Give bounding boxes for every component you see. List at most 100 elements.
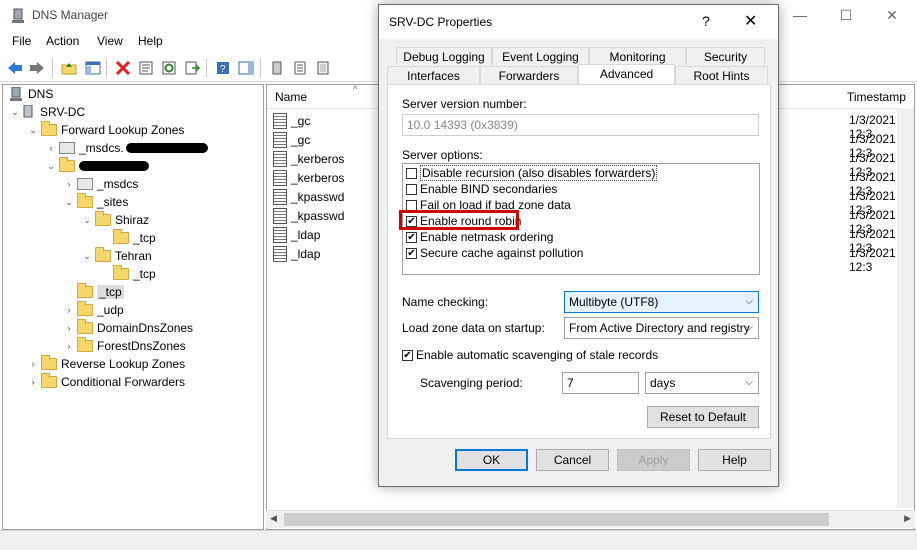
action-pane-icon[interactable] [237, 59, 255, 77]
tree-node-tehran[interactable]: ⌄ Tehran [81, 247, 152, 265]
back-arrow-icon[interactable] [6, 59, 24, 77]
tree-node-domaindnszones[interactable]: › DomainDnsZones [63, 319, 193, 337]
chevron-down-icon[interactable]: ⌄ [63, 197, 75, 208]
server-icon[interactable] [268, 59, 286, 77]
minimize-button[interactable]: — [788, 5, 812, 25]
chevron-down-icon[interactable]: ⌄ [81, 215, 93, 226]
chevron-right-icon[interactable]: › [63, 341, 75, 351]
checkbox[interactable] [406, 183, 417, 195]
chevron-down-icon[interactable]: ⌄ [9, 107, 21, 118]
tab-forwarders[interactable]: Forwarders [480, 66, 578, 84]
load-zone-select[interactable]: From Active Directory and registry ⌵ [564, 317, 759, 339]
tree-node-forward-zones[interactable]: ⌄ Forward Lookup Zones [27, 121, 184, 139]
tab-security[interactable]: Security [686, 47, 765, 65]
chevron-down-icon[interactable]: ⌄ [45, 161, 57, 172]
scrollbar-thumb[interactable] [284, 513, 829, 526]
scroll-right-icon[interactable]: ▶ [904, 513, 911, 524]
tree-node-tehran-tcp[interactable]: _tcp [111, 265, 156, 283]
tree-label: Shiraz [115, 213, 150, 227]
tree-node-udp[interactable]: › _udp [63, 301, 124, 319]
scavenging-unit-select[interactable]: days ⌵ [645, 372, 759, 394]
zone-records-icon[interactable] [314, 59, 332, 77]
name-checking-select[interactable]: Multibyte (UTF8) ⌵ [564, 291, 759, 313]
tree-node-shiraz[interactable]: ⌄ Shiraz [81, 211, 149, 229]
tree-node-sites[interactable]: ⌄ _sites [63, 193, 128, 211]
tree-node-tcp[interactable]: _tcp [75, 283, 124, 301]
list-item[interactable]: _kpasswd [273, 206, 344, 225]
checkbox[interactable] [406, 167, 417, 179]
reset-to-default-button[interactable]: Reset to Default [647, 406, 759, 428]
option-enable-netmask-ordering[interactable]: Enable netmask ordering [406, 229, 553, 245]
column-header-timestamp[interactable]: Timestamp [847, 90, 906, 104]
horizontal-scrollbar[interactable]: ◀ ▶ [266, 510, 915, 528]
tab-event-logging[interactable]: Event Logging [492, 47, 589, 65]
tab-interfaces[interactable]: Interfaces [387, 66, 480, 84]
scavenging-period-input[interactable]: 7 [562, 372, 639, 394]
checkbox-checked[interactable] [402, 349, 413, 361]
option-secure-cache[interactable]: Secure cache against pollution [406, 245, 583, 261]
checkbox-checked[interactable] [406, 231, 417, 243]
cancel-button[interactable]: Cancel [536, 449, 609, 471]
tree-node-shiraz-tcp[interactable]: _tcp [111, 229, 156, 247]
chevron-right-icon[interactable]: › [45, 143, 57, 153]
tree-node-forestdnszones[interactable]: › ForestDnsZones [63, 337, 186, 355]
tree-node-dns[interactable]: DNS [9, 85, 53, 103]
help-question-icon[interactable]: ? [702, 13, 710, 29]
help-book-icon[interactable]: ? [214, 59, 232, 77]
tab-monitoring[interactable]: Monitoring [589, 47, 686, 65]
tree-label: Forward Lookup Zones [61, 123, 185, 137]
chevron-down-icon[interactable]: ⌄ [81, 251, 93, 262]
list-records-icon[interactable] [291, 59, 309, 77]
refresh-icon[interactable] [160, 59, 178, 77]
ok-button[interactable]: OK [455, 449, 528, 471]
sort-up-icon: ^ [353, 84, 358, 94]
menu-file[interactable]: File [12, 34, 31, 48]
menu-view[interactable]: View [97, 34, 123, 48]
option-disable-recursion[interactable]: Disable recursion (also disables forward… [406, 165, 658, 181]
chevron-right-icon[interactable]: › [63, 323, 75, 333]
tree-node-reverse-zones[interactable]: › Reverse Lookup Zones [27, 355, 185, 373]
list-item[interactable]: _kerberos [273, 149, 344, 168]
up-folder-icon[interactable] [60, 59, 78, 77]
list-item[interactable]: _ldap [273, 244, 320, 263]
scroll-left-icon[interactable]: ◀ [270, 513, 277, 524]
checkbox[interactable] [406, 199, 417, 211]
properties-icon[interactable] [137, 59, 155, 77]
delete-icon[interactable] [114, 59, 132, 77]
tree-node-server[interactable]: ⌄ SRV-DC [9, 103, 85, 121]
record-icon [273, 188, 287, 205]
server-version-field: 10.0 14393 (0x3839) [402, 114, 759, 136]
list-item[interactable]: _ldap [273, 225, 320, 244]
tree-node-domain-zone[interactable]: ⌄ [45, 157, 149, 175]
dialog-close-icon[interactable]: ✕ [744, 11, 757, 31]
menu-action[interactable]: Action [46, 34, 79, 48]
chevron-right-icon[interactable]: › [63, 179, 75, 189]
option-enable-bind-secondaries[interactable]: Enable BIND secondaries [406, 181, 557, 197]
export-list-icon[interactable] [183, 59, 201, 77]
chevron-right-icon[interactable]: › [27, 377, 39, 387]
chevron-down-icon[interactable]: ⌄ [27, 125, 39, 136]
chevron-right-icon[interactable]: › [63, 305, 75, 315]
tree-node-msdcs-zone[interactable]: › _msdcs. [45, 139, 208, 157]
chevron-right-icon[interactable]: › [27, 359, 39, 369]
help-button[interactable]: Help [698, 449, 771, 471]
column-header-name[interactable]: Name [275, 90, 307, 104]
tab-debug-logging[interactable]: Debug Logging [396, 47, 492, 65]
tab-root-hints[interactable]: Root Hints [675, 66, 768, 84]
list-item[interactable]: _kpasswd [273, 187, 344, 206]
list-item[interactable]: _gc [273, 111, 310, 130]
option-enable-scavenging[interactable]: Enable automatic scavenging of stale rec… [402, 347, 658, 363]
close-button[interactable]: ✕ [880, 5, 904, 25]
list-item[interactable]: _gc [273, 130, 310, 149]
checkbox-checked[interactable] [406, 247, 417, 259]
tree-node-conditional-forwarders[interactable]: › Conditional Forwarders [27, 373, 185, 391]
show-hide-tree-icon[interactable] [84, 59, 102, 77]
list-item[interactable]: _kerberos [273, 168, 344, 187]
forward-arrow-icon[interactable] [28, 59, 46, 77]
tab-advanced[interactable]: Advanced [578, 64, 675, 84]
vertical-scrollbar[interactable] [897, 108, 914, 508]
maximize-button[interactable]: ☐ [834, 5, 858, 25]
menu-help[interactable]: Help [138, 34, 163, 48]
apply-button[interactable]: Apply [617, 449, 690, 471]
tree-node-sub-msdcs[interactable]: › _msdcs [63, 175, 139, 193]
